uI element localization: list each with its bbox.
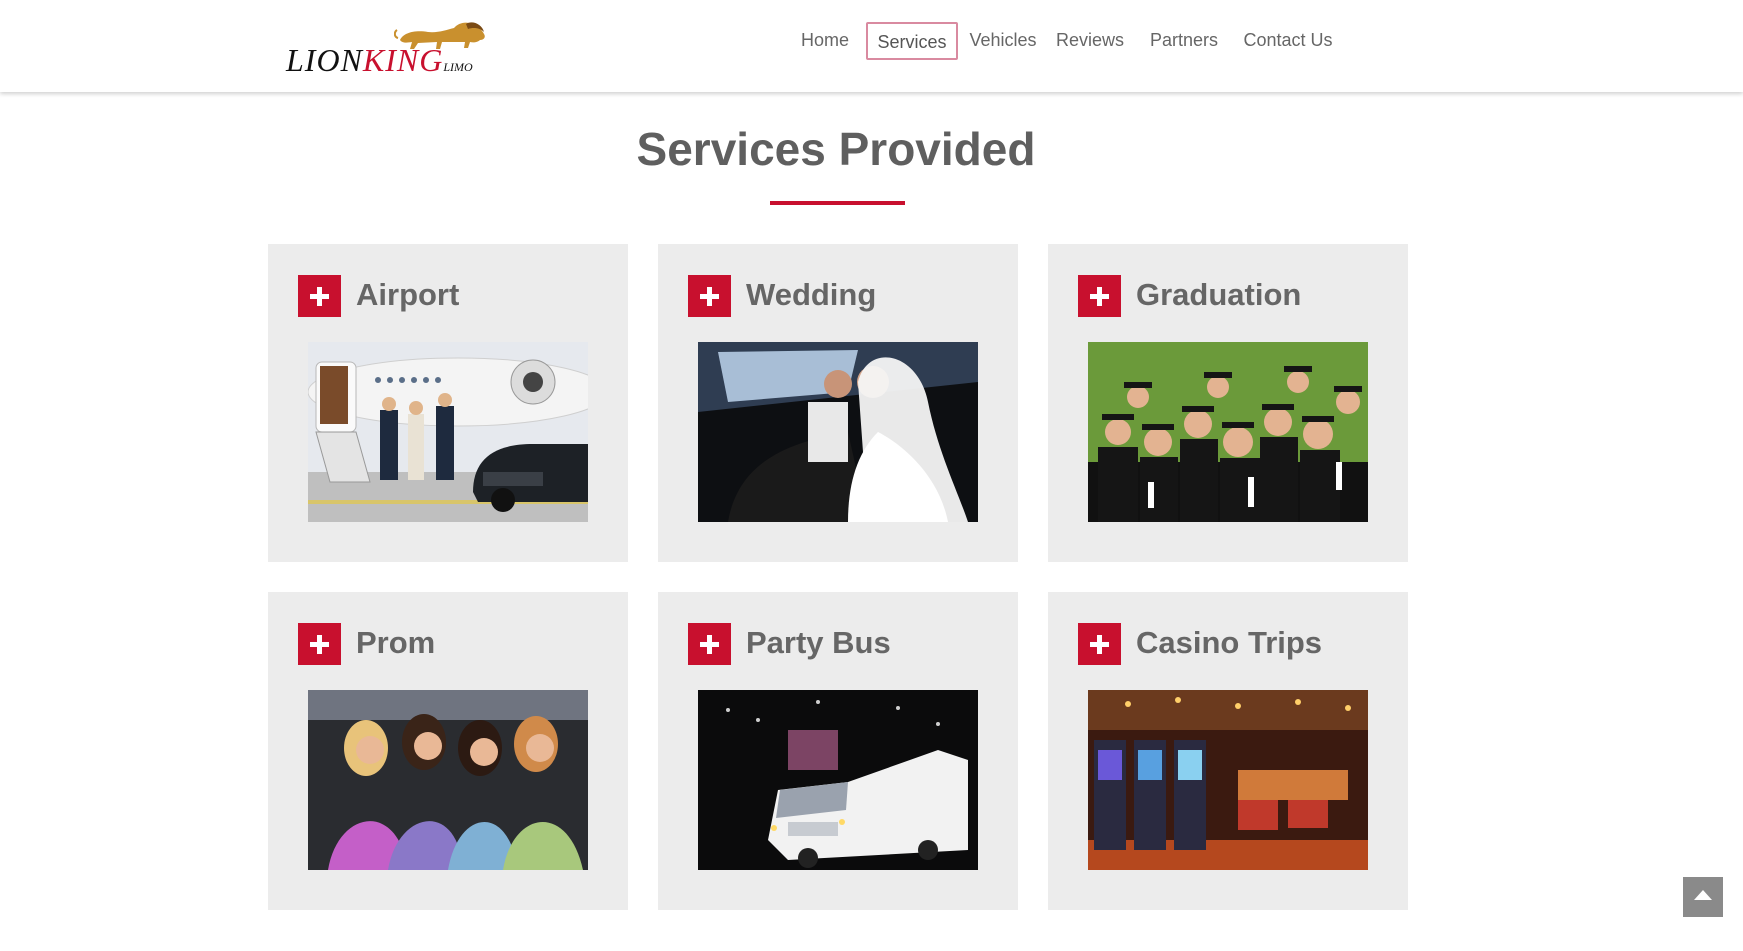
- logo[interactable]: LIONKINGLIMO: [286, 20, 506, 78]
- service-card-casino-trips[interactable]: Casino Trips: [1048, 592, 1408, 910]
- card-title: Airport: [356, 277, 460, 312]
- service-card-prom[interactable]: Prom: [268, 592, 628, 910]
- site-header: LIONKINGLIMO Home Services Vehicles Revi…: [0, 0, 1743, 92]
- plus-icon[interactable]: [298, 275, 341, 317]
- plus-icon[interactable]: [298, 623, 341, 665]
- service-card-airport[interactable]: Airport: [268, 244, 628, 562]
- title-underline: [770, 201, 905, 205]
- party-bus-photo: [698, 690, 978, 870]
- plus-icon[interactable]: [688, 275, 731, 317]
- casino-photo: [1088, 690, 1368, 870]
- casino-image[interactable]: [1088, 690, 1368, 870]
- nav-home[interactable]: Home: [789, 22, 861, 60]
- card-title: Graduation: [1136, 277, 1302, 312]
- nav-vehicles[interactable]: Vehicles: [963, 22, 1043, 60]
- prom-image[interactable]: [308, 690, 588, 870]
- service-card-wedding[interactable]: Wedding: [658, 244, 1018, 562]
- card-title: Party Bus: [746, 625, 891, 660]
- logo-wordmark: LIONKINGLIMO: [286, 42, 473, 78]
- graduation-photo: [1088, 342, 1368, 522]
- back-to-top-button[interactable]: [1683, 877, 1723, 917]
- nav-services[interactable]: Services: [866, 22, 958, 60]
- nav-partners[interactable]: Partners: [1143, 22, 1225, 60]
- plus-icon[interactable]: [1078, 623, 1121, 665]
- wedding-image[interactable]: [698, 342, 978, 522]
- card-title: Casino Trips: [1136, 625, 1323, 660]
- nav-contact-us[interactable]: Contact Us: [1235, 22, 1341, 60]
- airport-photo: [308, 342, 588, 522]
- card-title: Wedding: [746, 277, 877, 312]
- nav-reviews[interactable]: Reviews: [1051, 22, 1129, 60]
- prom-photo: [308, 690, 588, 870]
- graduation-image[interactable]: [1088, 342, 1368, 522]
- airport-image[interactable]: [308, 342, 588, 522]
- card-title: Prom: [356, 625, 436, 660]
- page-title: Services Provided: [636, 123, 1036, 175]
- party-bus-image[interactable]: [698, 690, 978, 870]
- wedding-photo: [698, 342, 978, 522]
- plus-icon[interactable]: [1078, 275, 1121, 317]
- service-card-party-bus[interactable]: Party Bus: [658, 592, 1018, 910]
- plus-icon[interactable]: [688, 623, 731, 665]
- service-card-graduation[interactable]: Graduation: [1048, 244, 1408, 562]
